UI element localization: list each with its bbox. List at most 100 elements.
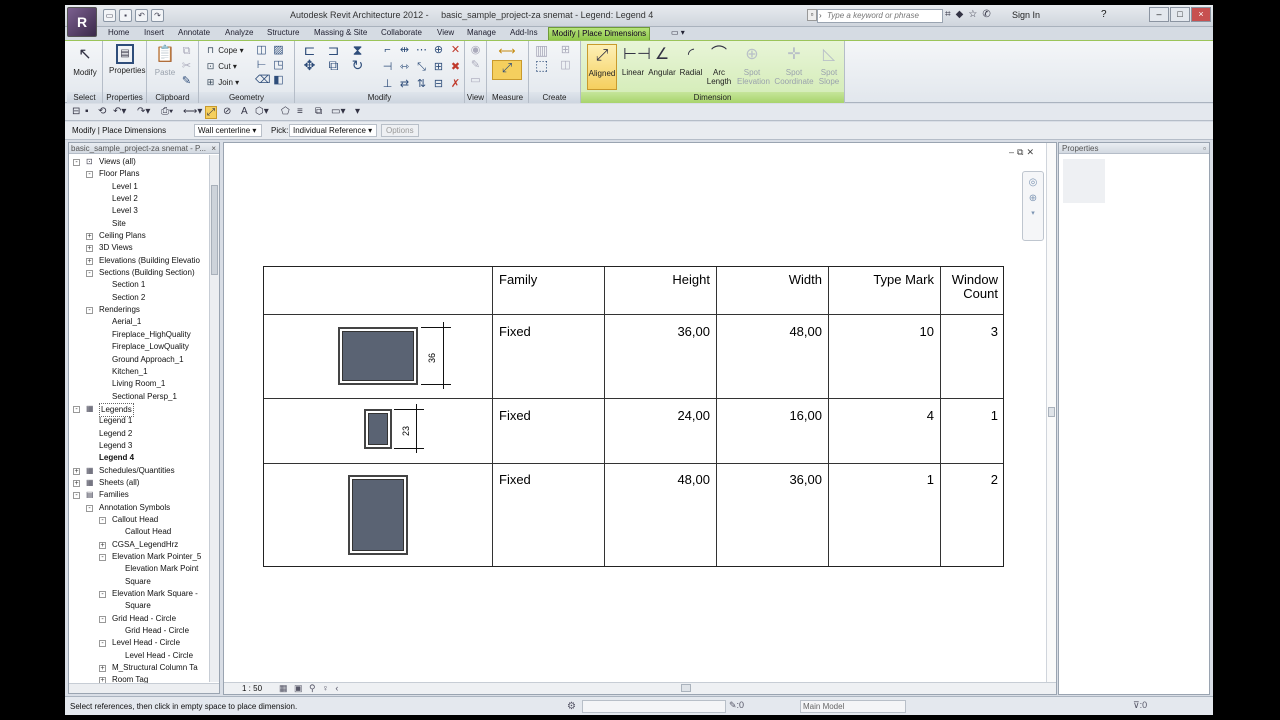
collapse-icon[interactable]: -	[73, 405, 80, 413]
open-icon[interactable]: ▭	[103, 9, 116, 22]
sync-icon[interactable]: ⟲	[98, 106, 106, 117]
expand-icon[interactable]: +	[73, 479, 80, 487]
save-doc-icon[interactable]: ▪	[85, 106, 89, 117]
dimension-value[interactable]: 36	[427, 353, 437, 363]
radial-dimension-button[interactable]: ◜ Radial	[676, 44, 706, 77]
copy-icon[interactable]: ⧉	[180, 45, 193, 58]
browser-node[interactable]: Site	[69, 218, 209, 230]
measure-toolbar-icon[interactable]: ⟷▾	[183, 106, 202, 117]
tab-view[interactable]: View	[434, 27, 457, 40]
view-control-icons[interactable]: ▦ ▣ ⚲ ♀ ‹	[279, 683, 340, 694]
browser-node[interactable]: Level 3	[69, 205, 209, 217]
collapse-icon[interactable]: -	[99, 615, 106, 623]
browser-scrollbar[interactable]	[209, 155, 219, 682]
browser-node[interactable]: - Level Head - Circle	[69, 637, 209, 649]
collapse-icon[interactable]: -	[99, 554, 106, 561]
tab-manage[interactable]: Manage	[464, 27, 499, 40]
view-close-icon[interactable]: ✕	[1026, 147, 1034, 158]
linear-dimension-button[interactable]: ⊢⊣ Linear	[618, 44, 651, 77]
switch-windows-icon[interactable]: ▭▾	[331, 106, 345, 117]
collapse-icon[interactable]: -	[99, 516, 106, 524]
collapse-icon[interactable]: -	[73, 159, 80, 166]
customize-toolbar-icon[interactable]: ▾	[355, 106, 360, 117]
subscription-icon[interactable]: ◆	[956, 9, 964, 20]
mirror2-icon[interactable]: ⇅	[415, 78, 428, 91]
browser-scroll-thumb[interactable]	[211, 185, 218, 275]
collapse-icon[interactable]: -	[86, 270, 93, 278]
browser-node[interactable]: Legend 3	[69, 440, 209, 452]
filter-icon[interactable]: ⊽:0	[1133, 700, 1147, 711]
section-icon[interactable]: ⬠	[281, 106, 290, 117]
aligned-dimension-button[interactable]: ⤢ Aligned	[587, 44, 617, 90]
create-group-icon[interactable]: ⊞	[559, 44, 572, 57]
options-button[interactable]: Options	[381, 124, 419, 137]
browser-node[interactable]: + Elevations (Building Elevatio	[69, 255, 209, 267]
collapse-icon[interactable]: -	[99, 591, 106, 599]
tab-structure[interactable]: Structure	[264, 27, 302, 40]
dimension-value[interactable]: 23	[401, 426, 411, 436]
revit-logo-icon[interactable]: R	[67, 7, 97, 37]
delete-icon[interactable]: ✖	[449, 61, 462, 74]
tab-add-ins[interactable]: Add-Ins	[507, 27, 541, 40]
pin2-icon[interactable]: ⊞	[432, 61, 445, 74]
pin-icon[interactable]: ⊕	[432, 44, 445, 57]
browser-node[interactable]: Legend 4	[69, 452, 209, 464]
collapse-icon[interactable]: -	[73, 492, 80, 500]
tab-collaborate[interactable]: Collaborate	[378, 27, 425, 40]
browser-node[interactable]: Kitchen_1	[69, 366, 209, 378]
expand-icon[interactable]: +	[86, 245, 93, 253]
browser-node[interactable]: Living Room_1	[69, 378, 209, 390]
undo-icon[interactable]: ↶	[135, 9, 148, 22]
copy-element-icon[interactable]: ⧉	[327, 58, 340, 72]
delete2-icon[interactable]: ✗	[449, 78, 462, 91]
align-icon[interactable]: ⊏	[303, 43, 316, 57]
undo-toolbar-icon[interactable]: ↶▾	[113, 106, 126, 117]
help-search-input[interactable]: › Type a keyword or phrase	[817, 9, 943, 23]
aligned-toolbar-icon[interactable]: ⤢	[205, 106, 217, 119]
spot-coordinate-button[interactable]: ✛ Spot Coordinate	[774, 44, 814, 86]
cut-button[interactable]: ⊡ Cut ▾	[205, 61, 237, 72]
expand-icon[interactable]: +	[99, 665, 106, 673]
browser-node[interactable]: Aerial_1	[69, 316, 209, 328]
geometry-extra-icon[interactable]: ◧	[272, 74, 285, 87]
nav-more-icon[interactable]: ▾	[1023, 209, 1043, 217]
offset2-icon[interactable]: ⇄	[398, 78, 411, 91]
browser-node[interactable]: - Grid Head - Circle	[69, 613, 209, 625]
join-button[interactable]: ⊞ Join ▾	[205, 77, 239, 88]
match-icon[interactable]: ✎	[180, 75, 193, 88]
trim2-icon[interactable]: ⊥	[381, 78, 394, 91]
browser-node[interactable]: + Ceiling Plans	[69, 230, 209, 242]
browser-node[interactable]: Elevation Mark Point	[69, 563, 209, 575]
view-minimize-icon[interactable]: –	[1009, 147, 1014, 158]
type-selector-preview[interactable]	[1063, 159, 1105, 203]
browser-node[interactable]: Ground Approach_1	[69, 354, 209, 366]
minimize-icon[interactable]: –	[1149, 7, 1169, 22]
create-similar-icon[interactable]: ▥	[535, 43, 548, 57]
tab-annotate[interactable]: Annotate	[175, 27, 213, 40]
redo-toolbar-icon[interactable]: ↷▾	[137, 106, 150, 117]
browser-node[interactable]: + ▦ Sheets (all)	[69, 477, 209, 489]
browser-node[interactable]: - Floor Plans	[69, 168, 209, 180]
steering-wheel-icon[interactable]: ◎	[1023, 177, 1043, 188]
modify-button[interactable]: ↖ Modify	[70, 44, 100, 77]
linework-icon[interactable]: ▭	[469, 74, 482, 87]
create-parts-icon[interactable]: ⬚	[535, 58, 548, 72]
zoom-icon[interactable]: ⊕	[1023, 193, 1043, 204]
angular-dimension-button[interactable]: ∠ Angular	[647, 44, 677, 77]
collapse-icon[interactable]: -	[86, 171, 93, 179]
collapse-icon[interactable]: -	[86, 504, 93, 512]
unpin-icon[interactable]: ✕	[449, 44, 462, 57]
binoculars-icon[interactable]: ⌗	[945, 9, 951, 20]
thin-lines-icon[interactable]: ≡	[297, 106, 303, 117]
browser-node[interactable]: - Annotation Symbols	[69, 502, 209, 514]
measure-distance-icon[interactable]: ⟷	[492, 45, 522, 58]
array-icon[interactable]: ⋯	[415, 44, 428, 57]
browser-node[interactable]: Legend 2	[69, 428, 209, 440]
browser-node[interactable]: - ⊡ Views (all)	[69, 156, 209, 168]
browser-node[interactable]: Section 1	[69, 279, 209, 291]
cope-button[interactable]: ⊓ Cope ▾	[205, 45, 244, 56]
browser-node[interactable]: Level 1	[69, 181, 209, 193]
doc-restore-icon[interactable]: ▫	[807, 9, 817, 21]
split-gap-icon[interactable]: ⇿	[398, 61, 411, 74]
arc-length-button[interactable]: ⌒ Arc Length	[704, 44, 734, 86]
